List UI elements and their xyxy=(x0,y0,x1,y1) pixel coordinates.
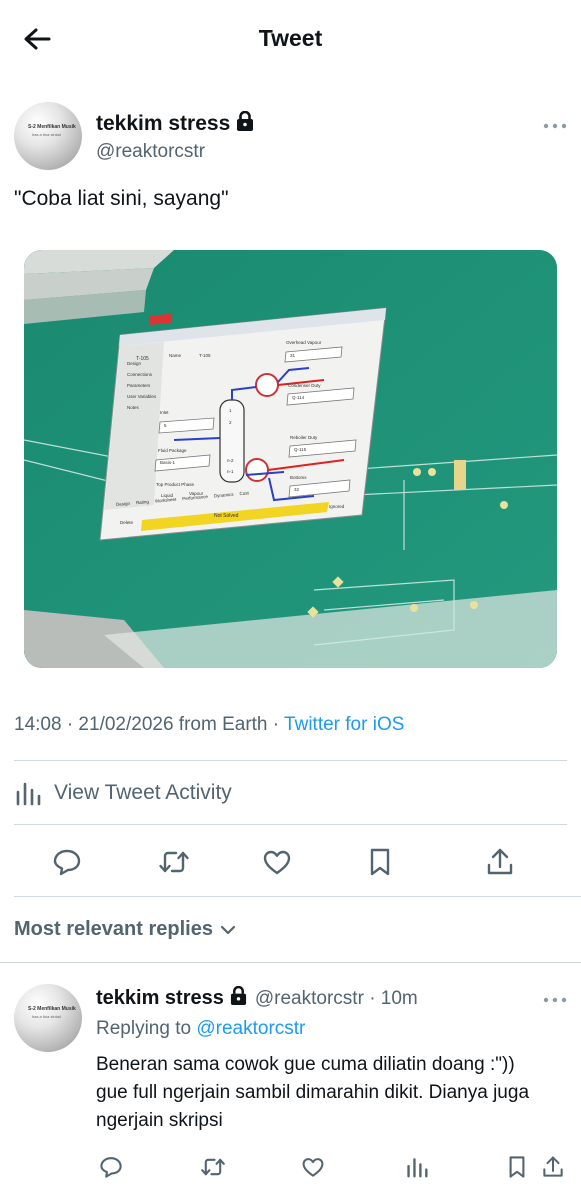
condenser-label: Condenser Duty xyxy=(288,383,321,388)
bookmark-button[interactable] xyxy=(360,842,400,882)
reply-actions xyxy=(96,1152,581,1182)
reply-text: Beneran sama cowok gue cuma diliatin doa… xyxy=(96,1054,530,1131)
reply-icon xyxy=(100,1157,122,1178)
more-icon xyxy=(543,123,567,129)
overhead-value: 31 xyxy=(290,353,296,358)
reply-reply-button[interactable] xyxy=(96,1152,126,1182)
delete-button: Delete xyxy=(120,520,134,525)
tray-label: n-1 xyxy=(227,469,234,474)
tray-label: 2 xyxy=(229,420,232,425)
dialog-tab: Cost xyxy=(239,490,249,497)
replying-to: Replying to @reaktorcstr xyxy=(96,1018,305,1040)
timestamp: 14:08 · 21/02/2026 from Earth · xyxy=(14,714,285,735)
dialog-menu: Design Connections Parameters User Varia… xyxy=(127,358,163,413)
inlet-label: Inlet xyxy=(160,410,169,415)
reply-like-button[interactable] xyxy=(298,1152,328,1182)
replying-prefix: Replying to xyxy=(96,1018,197,1039)
tray-label: n-2 xyxy=(227,458,234,463)
bookmark-icon xyxy=(509,1156,525,1178)
tweet-actions xyxy=(0,842,581,882)
name-label: Name xyxy=(169,353,182,358)
menu-item: Design xyxy=(127,361,142,366)
fluid-package-value: Basis-1 xyxy=(160,460,176,465)
reply-avatar[interactable]: S-2 Menfilkan Musik has a tina sinlad xyxy=(14,984,82,1052)
like-icon xyxy=(263,850,291,875)
reply-more-options-button[interactable] xyxy=(540,990,570,1010)
divider xyxy=(14,896,581,897)
chevron-down-icon xyxy=(220,925,236,934)
avatar-text: S-2 Menfilkan Musik xyxy=(28,124,76,130)
menu-item: Parameters xyxy=(127,383,151,388)
menu-item: Connections xyxy=(127,372,153,377)
author-handle[interactable]: @reaktorcstr xyxy=(96,141,254,163)
view-activity-label: View Tweet Activity xyxy=(54,781,232,804)
lock-icon xyxy=(236,110,254,137)
avatar-text: S-2 Menfilkan Musik xyxy=(28,1006,76,1012)
name-value: T-105 xyxy=(199,353,211,358)
lock-icon xyxy=(230,985,247,1012)
bottoms-value: 32 xyxy=(294,487,300,492)
ignored-checkbox: Ignored xyxy=(329,504,345,509)
reply-retweet-button[interactable] xyxy=(198,1152,228,1182)
reboiler-label: Reboiler Duty xyxy=(290,435,318,440)
author-info[interactable]: tekkim stress @reaktorcstr xyxy=(96,110,254,163)
like-button[interactable] xyxy=(257,842,297,882)
mention-link[interactable]: @reaktorcstr xyxy=(196,1018,305,1039)
photo-image xyxy=(24,250,557,668)
reply-button[interactable] xyxy=(47,842,87,882)
tweet-meta: 14:08 · 21/02/2026 from Earth · Twitter … xyxy=(14,714,404,736)
tweet-text: "Coba liat sini, sayang" xyxy=(14,187,229,210)
share-icon xyxy=(487,848,513,875)
retweet-button[interactable] xyxy=(154,842,194,882)
reply-icon xyxy=(53,849,81,876)
reply-author-name[interactable]: tekkim stress xyxy=(96,987,224,1009)
more-options-button[interactable] xyxy=(540,116,570,136)
like-icon xyxy=(302,1158,324,1177)
bookmark-icon xyxy=(370,848,390,876)
share-button[interactable] xyxy=(480,842,520,882)
fluid-package-label: Fluid Package xyxy=(158,448,187,453)
tweet-photo[interactable]: T-105 Design Connections Parameters User… xyxy=(24,250,557,668)
tray-label: 1 xyxy=(229,408,232,413)
top-bar: Tweet xyxy=(0,0,581,80)
divider xyxy=(14,824,567,825)
divider xyxy=(0,962,581,963)
status-text: Not Solved xyxy=(214,513,239,519)
author-name[interactable]: tekkim stress xyxy=(96,112,230,135)
top-phase-label: Top Product Phase xyxy=(156,482,195,487)
overhead-label: Overhead Vapour xyxy=(286,340,322,345)
replies-header-label: Most relevant replies xyxy=(14,918,213,940)
reply-header: tekkim stress @reaktorcstr · 10m xyxy=(96,985,418,1012)
reply-analytics-button[interactable] xyxy=(402,1152,432,1182)
analytics-icon xyxy=(16,782,41,806)
menu-item: User Variables xyxy=(127,394,157,399)
page-title: Tweet xyxy=(258,25,323,51)
inlet-value: 5 xyxy=(164,423,167,428)
reply-author-handle[interactable]: @reaktorcstr xyxy=(255,988,364,1009)
avatar-text: has a tina sinlad xyxy=(32,132,61,137)
condenser-value: Q-114 xyxy=(292,395,305,400)
reply-share-button[interactable] xyxy=(538,1152,568,1182)
menu-item: Notes xyxy=(127,405,139,410)
source-link[interactable]: Twitter for iOS xyxy=(284,714,404,735)
bottoms-label: Bottoms xyxy=(290,475,307,480)
analytics-icon xyxy=(407,1158,428,1178)
share-icon xyxy=(543,1156,563,1177)
reboiler-value: Q-115 xyxy=(294,447,307,452)
avatar-text: has a tina sinlad xyxy=(32,1014,61,1019)
reply-time: · 10m xyxy=(369,988,418,1009)
reply-bookmark-button[interactable] xyxy=(502,1152,532,1182)
replies-sort-button[interactable]: Most relevant replies xyxy=(14,918,237,941)
retweet-icon xyxy=(201,1158,225,1176)
more-icon xyxy=(543,997,567,1003)
view-activity-button[interactable]: View Tweet Activity xyxy=(14,778,232,808)
avatar[interactable]: S-2 Menfilkan Musik has a tina sinlad xyxy=(14,102,82,170)
retweet-icon xyxy=(159,851,189,873)
divider xyxy=(14,760,567,761)
